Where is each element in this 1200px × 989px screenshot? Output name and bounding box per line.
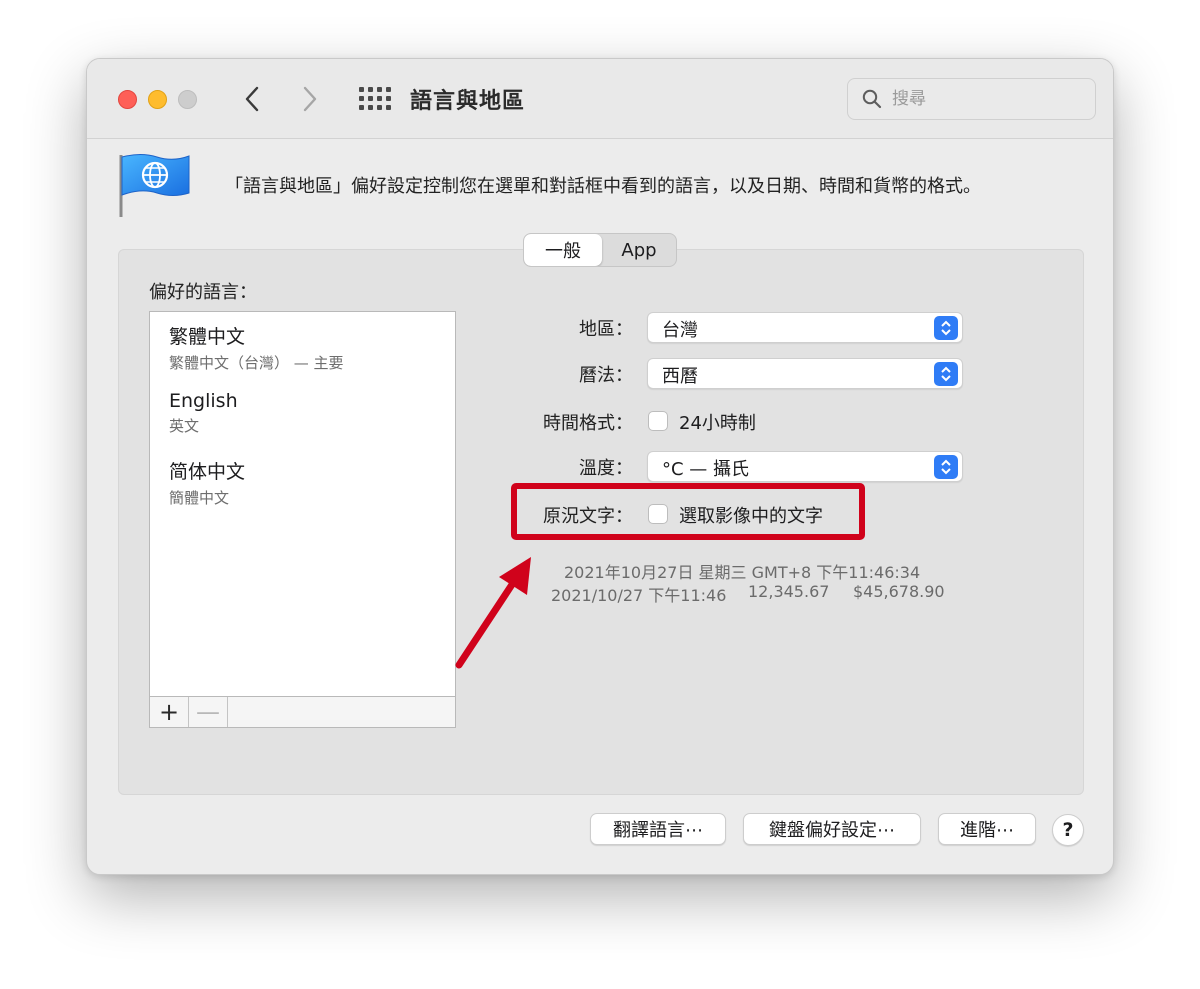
chevron-right-icon bbox=[303, 86, 317, 112]
sample-date-short: 2021/10/27 下午11:46 bbox=[551, 586, 727, 605]
tab-general[interactable]: 一般 bbox=[524, 234, 602, 266]
language-subtitle: 英文 bbox=[169, 417, 200, 435]
tab-app[interactable]: App bbox=[602, 234, 676, 266]
window-title: 語言與地區 bbox=[410, 89, 526, 114]
search-input[interactable] bbox=[892, 87, 1082, 111]
search-field[interactable] bbox=[847, 78, 1096, 120]
language-name: English bbox=[169, 390, 238, 412]
language-list: 繁體中文 繁體中文（台灣） — 主要 English 英文 简体中文 簡體中文 bbox=[149, 311, 456, 697]
sample-currency: $45,678.90 bbox=[853, 582, 945, 601]
description-text: 「語言與地區」偏好設定控制您在選單和對話框中看到的語言，以及日期、時間和貨幣的格… bbox=[225, 176, 981, 197]
language-name: 繁體中文 bbox=[169, 326, 246, 348]
list-toolbar: + — bbox=[149, 696, 456, 728]
region-popup[interactable]: 台灣 bbox=[647, 312, 963, 343]
show-all-grid-icon[interactable] bbox=[355, 85, 391, 113]
language-subtitle: 簡體中文 bbox=[169, 489, 230, 507]
language-subtitle: 繁體中文（台灣） — 主要 bbox=[169, 354, 344, 372]
popup-stepper-icon bbox=[934, 316, 958, 340]
add-language-button[interactable]: + bbox=[150, 697, 189, 727]
translation-languages-button[interactable]: 翻譯語言⋯ bbox=[590, 813, 726, 845]
temperature-label: 溫度： bbox=[579, 458, 633, 479]
search-icon bbox=[862, 89, 882, 109]
remove-language-button[interactable]: — bbox=[189, 697, 228, 727]
keyboard-preferences-button[interactable]: 鍵盤偏好設定⋯ bbox=[743, 813, 921, 845]
language-flag-icon bbox=[119, 154, 190, 217]
list-item[interactable]: 简体中文 簡體中文 bbox=[169, 457, 245, 508]
annotation-arrow-icon bbox=[455, 557, 531, 669]
popup-stepper-icon bbox=[934, 455, 958, 479]
temperature-value: °C — 攝氏 bbox=[662, 459, 750, 480]
region-value: 台灣 bbox=[662, 320, 698, 341]
language-name: 简体中文 bbox=[169, 461, 246, 483]
popup-stepper-icon bbox=[934, 362, 958, 386]
close-button[interactable] bbox=[118, 90, 137, 109]
list-item[interactable]: English 英文 bbox=[169, 390, 238, 436]
help-button[interactable]: ? bbox=[1052, 814, 1084, 846]
region-label: 地區： bbox=[579, 319, 633, 340]
calendar-label: 曆法： bbox=[579, 365, 633, 386]
list-item[interactable]: 繁體中文 繁體中文（台灣） — 主要 bbox=[169, 322, 344, 373]
title-bar: 語言與地區 bbox=[87, 59, 1113, 139]
time-format-label: 時間格式： bbox=[543, 413, 633, 434]
chevron-left-icon bbox=[245, 86, 259, 112]
preferences-window: 語言與地區 「語言與地區」偏好設定控制您在選單和對話框中看到的語言，以及日期、時… bbox=[86, 58, 1114, 875]
zoom-button[interactable] bbox=[178, 90, 197, 109]
sample-number: 12,345.67 bbox=[748, 582, 830, 601]
annotation-highlight-box bbox=[511, 483, 865, 540]
advanced-button[interactable]: 進階⋯ bbox=[938, 813, 1036, 845]
24-hour-checkbox[interactable] bbox=[648, 411, 668, 431]
back-button[interactable] bbox=[235, 81, 269, 117]
preferred-languages-label: 偏好的語言： bbox=[149, 282, 257, 303]
sample-date-long: 2021年10月27日 星期三 GMT+8 下午11:46:34 bbox=[564, 563, 921, 582]
24-hour-checkbox-label: 24小時制 bbox=[679, 413, 756, 434]
temperature-popup[interactable]: °C — 攝氏 bbox=[647, 451, 963, 482]
minimize-button[interactable] bbox=[148, 90, 167, 109]
tab-control: 一般 App bbox=[523, 233, 677, 267]
calendar-value: 西曆 bbox=[662, 366, 698, 387]
forward-button[interactable] bbox=[293, 81, 327, 117]
calendar-popup[interactable]: 西曆 bbox=[647, 358, 963, 389]
